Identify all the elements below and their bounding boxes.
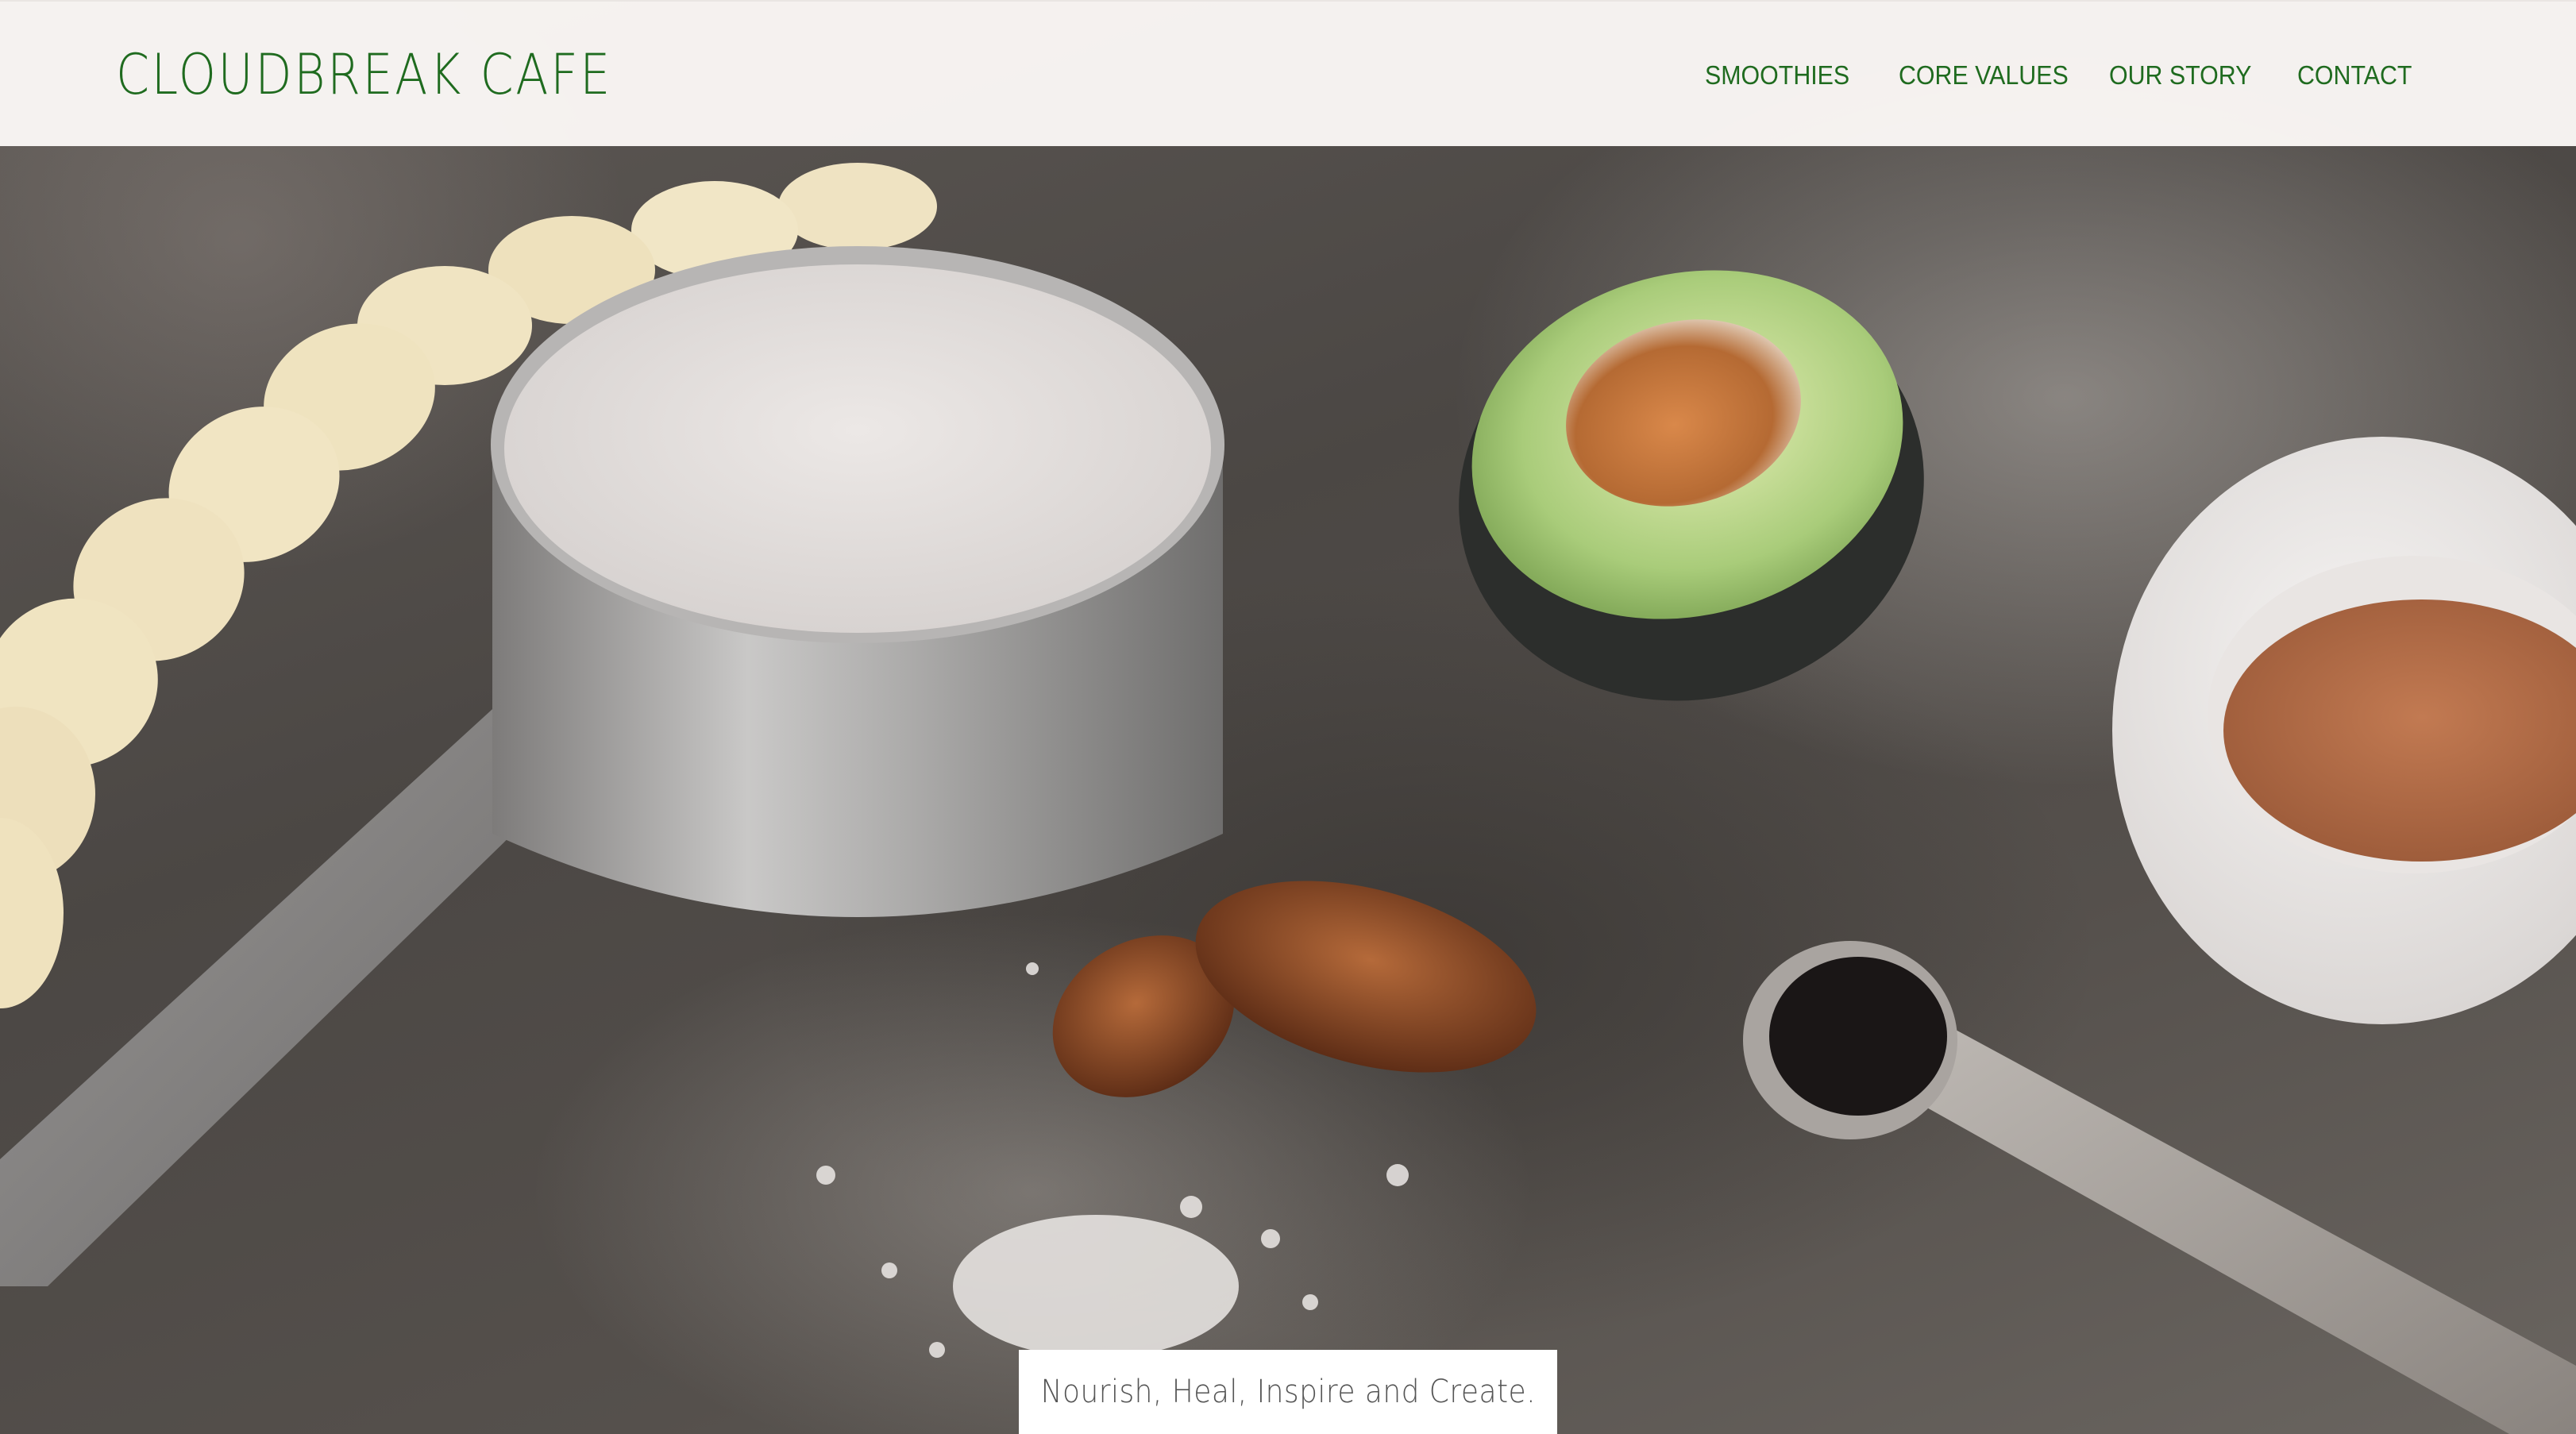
nav-link-smoothies[interactable]: SMOOTHIES [1705, 56, 1849, 95]
nav-link-contact[interactable]: CONTACT [2297, 56, 2412, 95]
brand-logo[interactable]: CLOUDBREAK CAFE [116, 40, 612, 110]
avocado [1459, 270, 1924, 701]
nav-link-our-story[interactable]: OUR STORY [2109, 56, 2251, 95]
hero-image [0, 0, 2576, 1434]
site-header: CLOUDBREAK CAFE SMOOTHIES CORE VALUES OU… [0, 0, 2576, 146]
measuring-cup [491, 246, 1224, 917]
measuring-spoon [1743, 941, 2576, 1434]
nav-link-core-values[interactable]: CORE VALUES [1899, 56, 2069, 95]
cocoa-bowl [2112, 437, 2576, 1024]
dates [1052, 881, 1537, 1097]
hero-tagline-box: Nourish, Heal, Inspire and Create. [1019, 1350, 1557, 1434]
hero-tagline: Nourish, Heal, Inspire and Create. [1040, 1374, 1536, 1410]
